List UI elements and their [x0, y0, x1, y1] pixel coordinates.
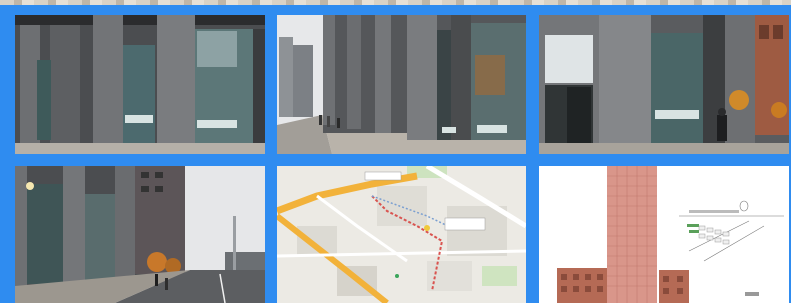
- photo-gallery-grid: [0, 0, 791, 303]
- storefront-photo: [15, 15, 265, 154]
- gallery-thumbnail-entrance[interactable]: [539, 15, 789, 154]
- street-photo: [277, 15, 526, 154]
- route-map: [277, 166, 526, 303]
- building-elevation-drawing: [539, 166, 789, 303]
- gallery-thumbnail-street[interactable]: [277, 15, 526, 154]
- gallery-thumbnail-elevation[interactable]: [539, 166, 789, 303]
- gallery-thumbnail-road[interactable]: [15, 166, 265, 303]
- road-photo: [15, 166, 265, 303]
- entrance-photo: [539, 15, 789, 154]
- gallery-thumbnail-storefront[interactable]: [15, 15, 265, 154]
- gallery-thumbnail-map[interactable]: [277, 166, 526, 303]
